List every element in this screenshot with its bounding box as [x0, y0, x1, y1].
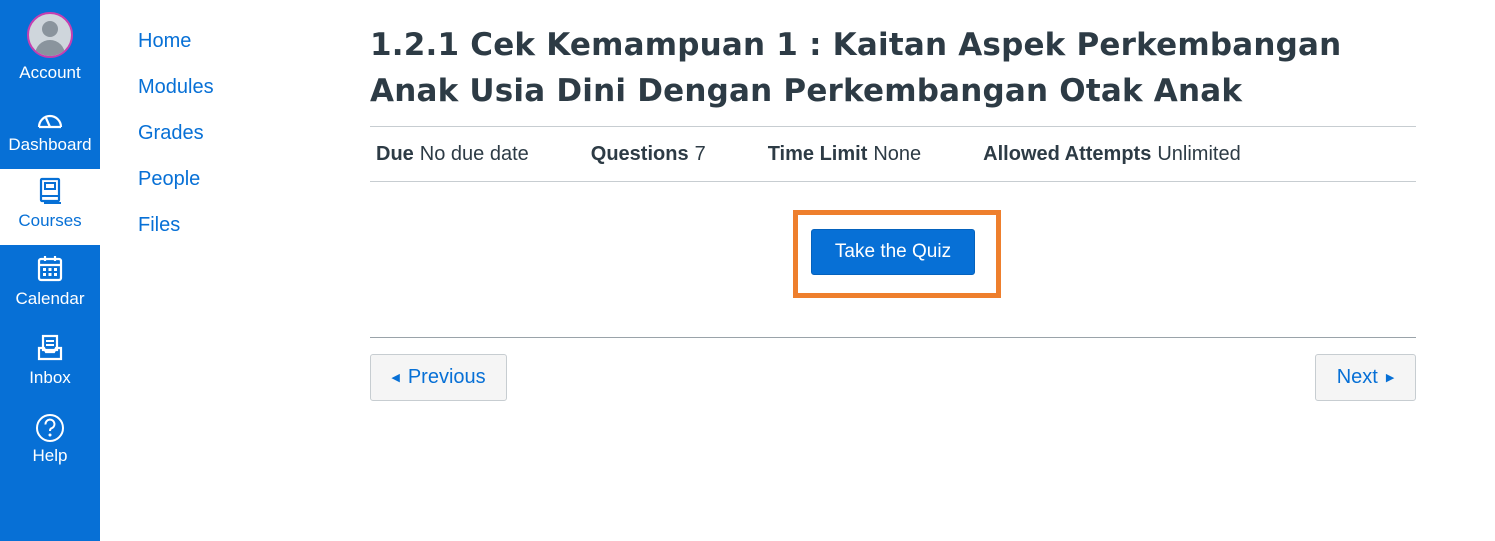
attempts-detail: Allowed Attempts Unlimited	[983, 143, 1241, 166]
nav-help[interactable]: Help	[0, 413, 100, 466]
take-quiz-button[interactable]: Take the Quiz	[811, 229, 975, 275]
previous-button[interactable]: ◀ Previous	[370, 354, 507, 401]
help-icon	[36, 414, 64, 442]
course-nav-grades[interactable]: Grades	[138, 120, 214, 166]
page-title: 1.2.1 Cek Kemampuan 1 : Kaitan Aspek Per…	[370, 27, 1342, 109]
questions-value: 7	[694, 142, 706, 165]
due-value: No due date	[419, 142, 529, 165]
nav-calendar-label: Calendar	[15, 289, 85, 308]
time-limit-value: None	[873, 142, 922, 165]
nav-dashboard-label: Dashboard	[8, 135, 92, 154]
nav-inbox-label: Inbox	[29, 368, 71, 387]
quiz-action-area: Take the Quiz	[370, 182, 1416, 338]
courses-icon	[39, 177, 61, 204]
previous-label: Previous	[407, 366, 486, 388]
due-label: Due	[376, 142, 414, 165]
module-pager: ◀ Previous Next ▶	[370, 338, 1416, 408]
nav-dashboard[interactable]: Dashboard	[0, 107, 100, 155]
avatar	[27, 12, 73, 58]
nav-courses-label: Courses	[18, 211, 82, 230]
caret-right-icon: ▶	[1385, 372, 1395, 384]
questions-detail: Questions 7	[591, 143, 706, 166]
inbox-icon	[37, 334, 63, 361]
next-label: Next	[1336, 366, 1378, 388]
time-limit-detail: Time Limit None	[768, 143, 921, 166]
nav-account[interactable]: Account	[0, 12, 100, 83]
course-nav-home[interactable]: Home	[138, 28, 214, 74]
due-detail: Due No due date	[376, 143, 529, 166]
dashboard-icon	[37, 114, 63, 129]
nav-calendar[interactable]: Calendar	[0, 255, 100, 309]
nav-inbox[interactable]: Inbox	[0, 334, 100, 388]
course-nav-files[interactable]: Files	[138, 212, 214, 258]
course-nav: Home Modules Grades People Files	[138, 28, 214, 258]
caret-left-icon: ◀	[391, 372, 400, 384]
course-nav-modules[interactable]: Modules	[138, 74, 214, 120]
nav-account-label: Account	[19, 63, 81, 82]
nav-help-label: Help	[32, 446, 68, 465]
attempts-value: Unlimited	[1157, 142, 1241, 165]
time-limit-label: Time Limit	[767, 142, 868, 165]
calendar-icon	[37, 256, 63, 282]
quiz-content: 1.2.1 Cek Kemampuan 1 : Kaitan Aspek Per…	[370, 22, 1416, 408]
course-nav-people[interactable]: People	[138, 166, 214, 212]
global-nav: Account Dashboard Courses Calendar Inbox…	[0, 0, 100, 541]
questions-label: Questions	[590, 142, 689, 165]
attempts-label: Allowed Attempts	[983, 142, 1152, 165]
next-button[interactable]: Next ▶	[1315, 354, 1416, 401]
quiz-details: Due No due date Questions 7 Time Limit None…	[370, 126, 1416, 182]
nav-courses[interactable]: Courses	[0, 169, 100, 245]
